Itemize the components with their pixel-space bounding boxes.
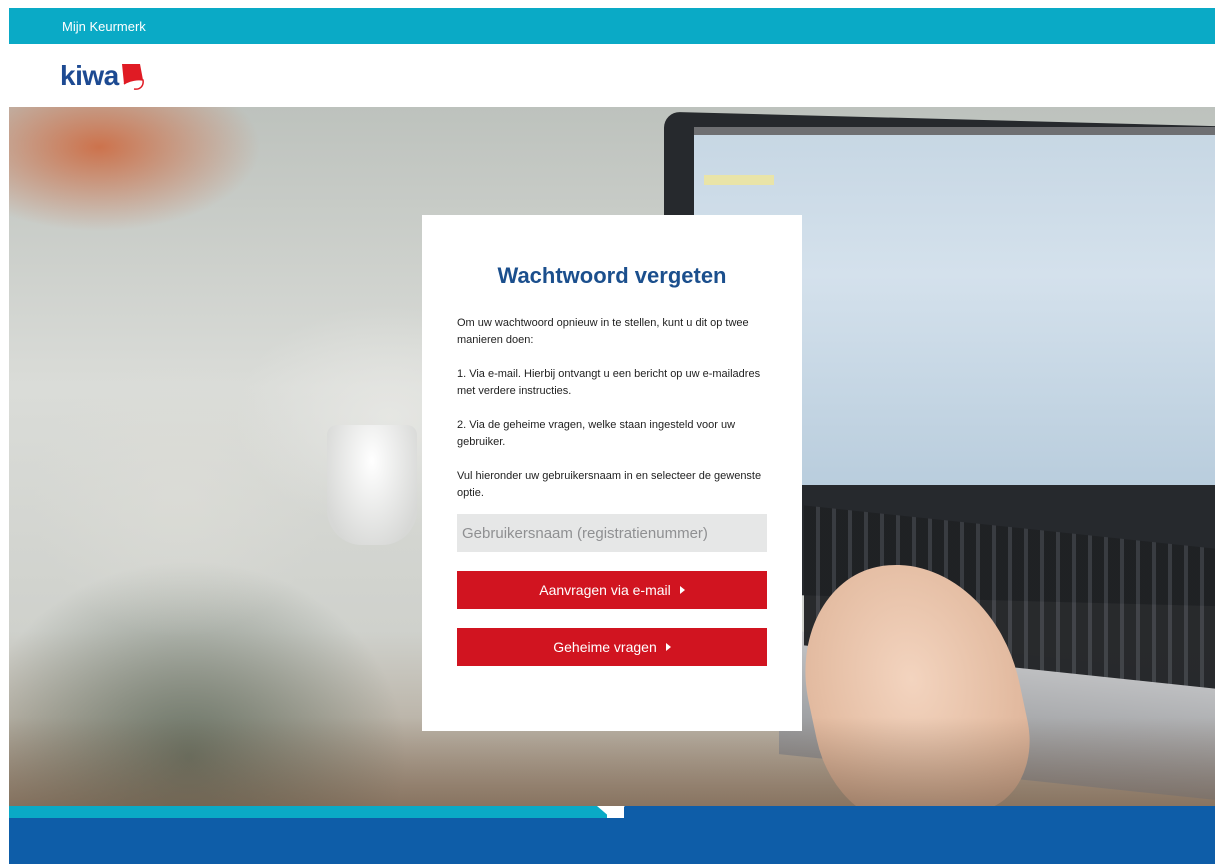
caret-right-icon bbox=[679, 586, 685, 594]
footer-top-right bbox=[624, 806, 1215, 818]
questions-option-text: 2. Via de geheime vragen, welke staan in… bbox=[457, 419, 736, 448]
logo-wordmark: kiwa bbox=[60, 60, 119, 91]
request-email-button[interactable]: Aanvragen via e-mail bbox=[457, 571, 767, 609]
page-title: Wachtwoord vergeten bbox=[497, 263, 727, 288]
mijn-keurmerk-link[interactable]: Mijn Keurmerk bbox=[62, 19, 146, 34]
instruction-text: Vul hieronder uw gebruikersnaam in en se… bbox=[457, 470, 762, 499]
laptop-screen-note bbox=[704, 175, 774, 185]
secret-questions-button[interactable]: Geheime vragen bbox=[457, 628, 767, 666]
footer bbox=[9, 818, 1215, 864]
username-input[interactable] bbox=[457, 514, 767, 552]
kiwa-flag-icon bbox=[121, 64, 144, 90]
request-email-button-label: Aanvragen via e-mail bbox=[539, 582, 671, 598]
top-bar: Mijn Keurmerk bbox=[9, 8, 1215, 44]
footer-accent-stripe bbox=[9, 806, 607, 818]
intro-text: Om uw wachtwoord opnieuw in te stellen, … bbox=[457, 317, 749, 346]
forgot-password-panel: Wachtwoord vergeten Om uw wachtwoord opn… bbox=[422, 215, 802, 731]
kiwa-logo[interactable]: kiwa bbox=[60, 56, 146, 96]
secret-questions-button-label: Geheime vragen bbox=[553, 639, 657, 655]
email-option-text: 1. Via e-mail. Hierbij ontvangt u een be… bbox=[457, 368, 761, 397]
footer-notch bbox=[597, 806, 625, 818]
caret-right-icon bbox=[665, 643, 671, 651]
coffee-mug bbox=[327, 425, 417, 545]
